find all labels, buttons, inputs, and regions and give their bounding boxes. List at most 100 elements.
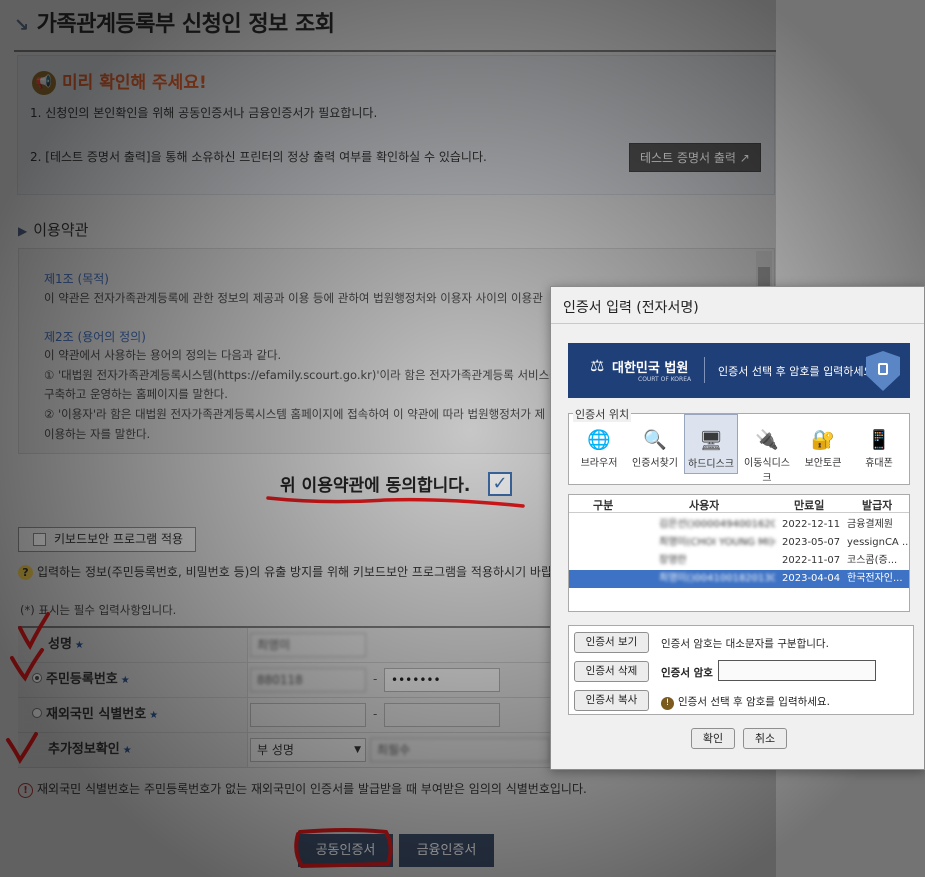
terms-article-2-text-4: ② '이용자'라 함은 대법원 전자가족관계등록시스템 홈페이지에 접속하여 이… xyxy=(44,407,546,421)
password-label: 인증서 암호 xyxy=(661,667,713,679)
notice-line-1: 1. 신청인의 본인확인을 위해 공동인증서나 금융인증서가 필요합니다. xyxy=(30,106,378,120)
title-divider xyxy=(14,50,776,52)
password-case-note: 인증서 암호는 대소문자를 구분합니다. xyxy=(661,638,829,650)
certificate-row[interactable]: 범용개인 장영란 2022-11-07 코스콤(증... xyxy=(569,552,909,570)
terms-section-title-text: 이용약관 xyxy=(33,221,89,239)
ok-button[interactable]: 확인 xyxy=(691,728,735,749)
column-issuer: 발급자 xyxy=(862,499,893,512)
rrn-back-input[interactable]: ••••••• xyxy=(384,668,500,692)
location-browser-label: 브라우저 xyxy=(580,458,618,469)
certificate-list-header: 구분 사용자 만료일 발급자 xyxy=(569,495,909,513)
banner-separator xyxy=(704,357,705,383)
monitor-icon: 🖥 xyxy=(698,430,724,452)
foreign-id-front-input[interactable] xyxy=(250,703,366,727)
delete-certificate-button[interactable]: 인증서 삭제 xyxy=(574,661,649,682)
certificate-row-selected[interactable]: 범용개인 최영미()0041001820130404... 2023-04-04… xyxy=(569,570,909,588)
column-user: 사용자 xyxy=(689,499,720,512)
cert-issuer: yessignCA ... xyxy=(847,537,909,548)
exclamation-icon: ! xyxy=(18,783,33,798)
certificate-dialog: 인증서 입력 (전자서명) ⚖ 대한민국 법원 COURT OF KOREA 인증… xyxy=(550,286,925,770)
certificate-list: 구분 사용자 만료일 발급자 은행개인 김은선()000049400162059… xyxy=(568,494,910,612)
token-icon: 🔐 xyxy=(811,429,835,451)
location-find-cert[interactable]: 🔍 인증서찾기 xyxy=(628,426,682,474)
banner-message: 인증서 선택 후 암호를 입력하세요. xyxy=(718,365,878,378)
required-star: ★ xyxy=(74,640,84,651)
notice-heading: 📢 미리 확인해 주세요! xyxy=(32,68,207,95)
court-logo-text: 대한민국 법원 xyxy=(612,361,689,376)
cert-issuer: 한국전자인... xyxy=(847,573,903,584)
required-star: ★ xyxy=(120,675,130,686)
location-mobile-phone-label: 휴대폰 xyxy=(865,458,893,469)
court-logo: 대한민국 법원 COURT OF KOREA xyxy=(612,357,691,383)
terms-article-2-text-1: 이 약관에서 사용하는 용어의 정의는 다음과 같다. xyxy=(44,348,282,362)
foreign-id-note-text: 재외국민 식별번호는 주민등록번호가 없는 재외국민이 인증서를 발급받을 때 … xyxy=(37,782,587,796)
foreign-id-note: ! 재외국민 식별번호는 주민등록번호가 없는 재외국민이 인증서를 발급받을 때… xyxy=(18,780,587,798)
page: ↘ 가족관계등록부 신청인 정보 조회 📢 미리 확인해 주세요! 1. 신청인의 … xyxy=(0,0,925,877)
financial-certificate-button[interactable]: 금융인증서 xyxy=(399,834,494,867)
phone-icon: 📱 xyxy=(867,429,891,451)
globe-icon: 🌐 xyxy=(587,429,611,451)
foreign-id-back-input[interactable] xyxy=(384,703,500,727)
extra-info-input[interactable]: 최필수 xyxy=(370,738,550,762)
certificate-row[interactable]: 은행개인 최영미(CHOI YOUNG MI)0 2023-05-07 yess… xyxy=(569,534,909,552)
keyboard-security-checkbox[interactable] xyxy=(33,533,46,546)
dialog-title: 인증서 입력 (전자서명) xyxy=(563,300,699,316)
copy-certificate-button[interactable]: 인증서 복사 xyxy=(574,690,649,711)
cert-user: 장영란 xyxy=(659,555,687,566)
cert-issuer: 금융결제원 xyxy=(847,519,893,530)
rrn-front-input[interactable]: 880118 xyxy=(250,668,366,692)
page-title: ↘ 가족관계등록부 신청인 정보 조회 xyxy=(14,6,335,38)
cert-expiry: 2023-04-04 xyxy=(782,573,841,584)
terms-article-1-title: 제1조 (목적) xyxy=(44,272,109,286)
certificate-password-input[interactable] xyxy=(718,660,876,681)
location-group-label: 인증서 위치 xyxy=(573,406,632,422)
foreign-id-dash: - xyxy=(373,707,378,721)
red-underline-annotation xyxy=(266,496,525,508)
usb-icon: 🔌 xyxy=(755,429,779,451)
view-certificate-button[interactable]: 인증서 보기 xyxy=(574,632,649,653)
password-hint-text: 인증서 선택 후 암호를 입력하세요. xyxy=(678,696,830,708)
cert-expiry: 2022-12-11 xyxy=(782,519,841,530)
required-star: ★ xyxy=(122,745,132,756)
extra-info-select[interactable]: 부 성명 ▼ xyxy=(250,738,366,762)
location-browser[interactable]: 🌐 브라우저 xyxy=(572,426,626,474)
exclamation-icon: ! xyxy=(661,697,674,710)
certificate-password-panel: 인증서 보기 인증서 삭제 인증서 복사 인증서 암호는 대소문자를 구분합니다… xyxy=(568,625,914,715)
extra-info-select-value: 부 성명 xyxy=(257,743,294,757)
location-security-token[interactable]: 🔐 보안토큰 xyxy=(796,426,850,474)
lock-shield-icon xyxy=(866,351,900,391)
red-check-annotations xyxy=(6,612,50,764)
notice-box: 📢 미리 확인해 주세요! 1. 신청인의 본인확인을 위해 공동인증서나 금융인… xyxy=(17,55,775,195)
cert-expiry: 2023-05-07 xyxy=(782,537,841,548)
location-mobile-phone[interactable]: 📱 휴대폰 xyxy=(852,426,906,474)
keyboard-security-label: 키보드보안 프로그램 적용 xyxy=(54,532,184,546)
triangle-icon: ▶ xyxy=(18,224,28,238)
location-removable-disk[interactable]: 🔌 이동식디스크 xyxy=(740,426,794,484)
cancel-button[interactable]: 취소 xyxy=(743,728,787,749)
test-certificate-print-button[interactable]: 테스트 증명서 출력 ↗ xyxy=(629,143,761,172)
terms-section-title: ▶ 이용약관 xyxy=(18,219,88,240)
rrn-dash: - xyxy=(373,672,378,686)
certificate-row[interactable]: 은행개인 김은선()0000494001620591 2022-12-11 금융… xyxy=(569,516,909,534)
name-input[interactable]: 최영미 xyxy=(250,633,366,657)
cert-issuer: 코스콤(증... xyxy=(847,555,898,566)
cert-expiry: 2022-11-07 xyxy=(782,555,841,566)
location-security-token-label: 보안토큰 xyxy=(804,458,842,469)
terms-article-1-text: 이 약관은 전자가족관계등록에 관한 정보의 제공과 이용 등에 관하여 법원행… xyxy=(44,291,543,305)
location-find-cert-label: 인증서찾기 xyxy=(632,458,678,469)
terms-article-2-text-2: ① '대법원 전자가족관계등록시스템(https://efamily.scour… xyxy=(44,368,596,382)
dialog-title-divider xyxy=(551,323,924,324)
search-certificate-icon: 🔍 xyxy=(643,429,667,451)
question-icon: ? xyxy=(18,565,33,580)
megaphone-icon: 📢 xyxy=(32,71,56,95)
cert-user: 최영미(CHOI YOUNG MI)0 xyxy=(659,537,775,548)
terms-article-2-title: 제2조 (용어의 정의) xyxy=(44,330,146,344)
court-banner: ⚖ 대한민국 법원 COURT OF KOREA 인증서 선택 후 암호를 입력하… xyxy=(568,343,910,398)
terms-article-2-text-3: 구축하고 운영하는 홈페이지를 말한다. xyxy=(44,387,228,401)
keyboard-info: ? 입력하는 정보(주민등록번호, 비밀번호 등)의 유출 방지를 위해 키보드보… xyxy=(18,563,578,580)
notice-heading-text: 미리 확인해 주세요! xyxy=(62,73,207,93)
notice-line-2: 2. [테스트 증명서 출력]을 통해 소유하신 프린터의 정상 출력 여부를 … xyxy=(30,150,487,164)
location-hard-disk[interactable]: 🖥 하드디스크 xyxy=(684,414,738,474)
location-removable-disk-label: 이동식디스크 xyxy=(744,458,790,484)
keyboard-security-button[interactable]: 키보드보안 프로그램 적용 xyxy=(18,527,196,552)
